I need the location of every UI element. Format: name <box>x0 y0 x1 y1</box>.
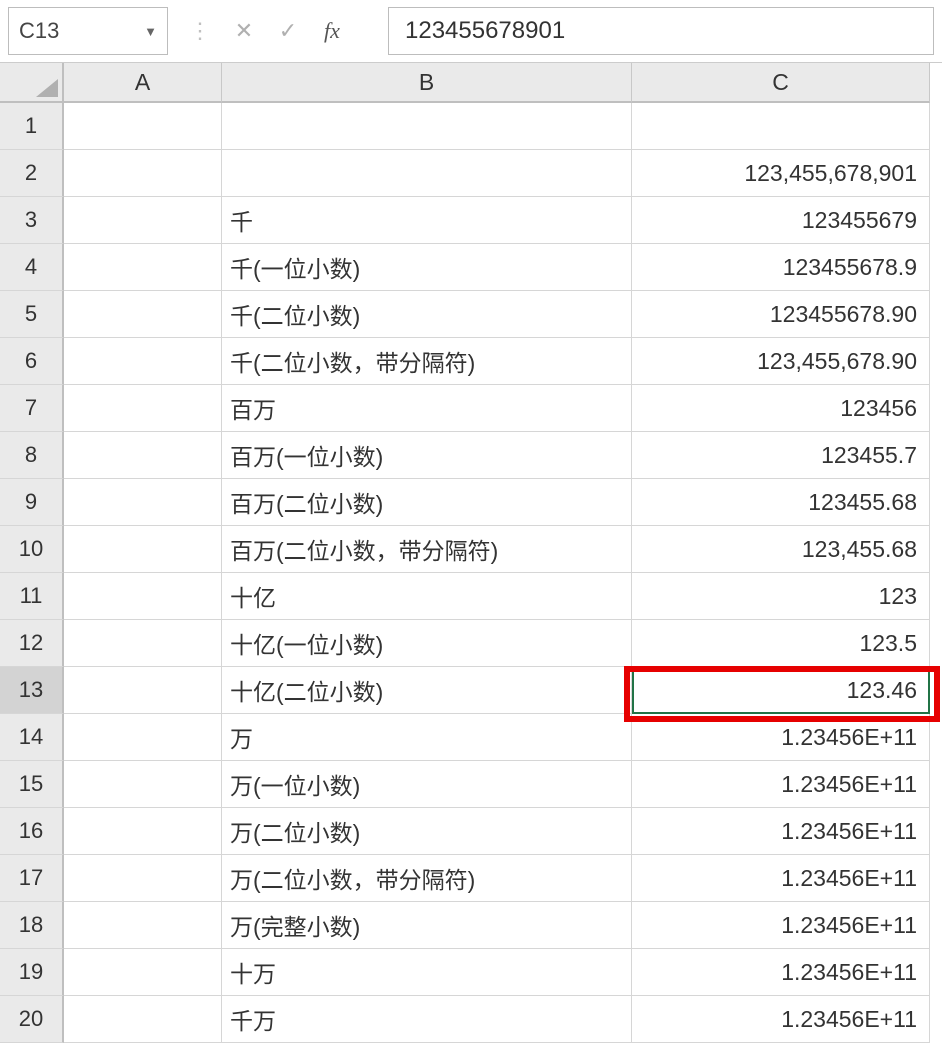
row-header[interactable]: 15 <box>0 761 64 808</box>
name-box[interactable]: C13 ▼ <box>8 7 168 55</box>
column-header-A[interactable]: A <box>64 63 222 103</box>
cell[interactable]: 十亿(一位小数) <box>222 620 632 667</box>
formula-value: 123455678901 <box>405 17 565 45</box>
cancel-icon[interactable]: ✕ <box>222 9 266 53</box>
cell[interactable]: 千(一位小数) <box>222 244 632 291</box>
cell[interactable]: 123,455,678.90 <box>632 338 930 385</box>
row-header[interactable]: 7 <box>0 385 64 432</box>
formula-bar-buttons: ⋮ ✕ ✓ fx <box>178 9 378 53</box>
enter-icon[interactable]: ✓ <box>266 9 310 53</box>
select-all-corner[interactable] <box>0 63 64 103</box>
column-header-C[interactable]: C <box>632 63 930 103</box>
spreadsheet-grid[interactable]: ABC12123,455,678,9013千1234556794千(一位小数)1… <box>0 62 942 1043</box>
cell[interactable] <box>64 432 222 479</box>
cell[interactable]: 万(二位小数，带分隔符) <box>222 855 632 902</box>
cell[interactable]: 百万(二位小数) <box>222 479 632 526</box>
row-header[interactable]: 8 <box>0 432 64 479</box>
row-header[interactable]: 1 <box>0 103 64 150</box>
cell[interactable] <box>64 855 222 902</box>
row-header[interactable]: 10 <box>0 526 64 573</box>
cell[interactable] <box>222 150 632 197</box>
cell[interactable] <box>64 479 222 526</box>
cell[interactable]: 十万 <box>222 949 632 996</box>
cell[interactable] <box>64 338 222 385</box>
cell[interactable] <box>64 150 222 197</box>
column-header-B[interactable]: B <box>222 63 632 103</box>
row-header[interactable]: 20 <box>0 996 64 1043</box>
cell[interactable]: 十亿(二位小数) <box>222 667 632 714</box>
cell[interactable]: 1.23456E+11 <box>632 949 930 996</box>
cell[interactable] <box>64 103 222 150</box>
cell[interactable]: 123.5 <box>632 620 930 667</box>
row-header[interactable]: 18 <box>0 902 64 949</box>
row-header[interactable]: 19 <box>0 949 64 996</box>
row-header[interactable]: 6 <box>0 338 64 385</box>
cell[interactable]: 百万(二位小数，带分隔符) <box>222 526 632 573</box>
cell[interactable]: 万(一位小数) <box>222 761 632 808</box>
cell[interactable]: 123.46 <box>632 667 930 714</box>
row-header[interactable]: 16 <box>0 808 64 855</box>
cell[interactable]: 千万 <box>222 996 632 1043</box>
row-header[interactable]: 13 <box>0 667 64 714</box>
formula-input[interactable]: 123455678901 <box>388 7 934 55</box>
cell[interactable]: 123455678.90 <box>632 291 930 338</box>
divider-icon: ⋮ <box>178 9 222 53</box>
fx-icon[interactable]: fx <box>310 9 354 53</box>
cell[interactable] <box>64 197 222 244</box>
row-header[interactable]: 17 <box>0 855 64 902</box>
cell[interactable]: 万(完整小数) <box>222 902 632 949</box>
cell[interactable]: 123,455.68 <box>632 526 930 573</box>
cell[interactable] <box>64 996 222 1043</box>
cell[interactable] <box>222 103 632 150</box>
cell[interactable] <box>64 573 222 620</box>
row-header[interactable]: 4 <box>0 244 64 291</box>
cell[interactable]: 123 <box>632 573 930 620</box>
row-header[interactable]: 5 <box>0 291 64 338</box>
cell[interactable]: 1.23456E+11 <box>632 808 930 855</box>
cell[interactable]: 千 <box>222 197 632 244</box>
cell[interactable]: 123455679 <box>632 197 930 244</box>
cell[interactable]: 万 <box>222 714 632 761</box>
cell[interactable] <box>64 244 222 291</box>
cell[interactable] <box>64 902 222 949</box>
sheet-wrapper: ABC12123,455,678,9013千1234556794千(一位小数)1… <box>0 62 942 1043</box>
cell[interactable] <box>64 949 222 996</box>
cell[interactable] <box>64 761 222 808</box>
cell[interactable]: 百万(一位小数) <box>222 432 632 479</box>
cell[interactable]: 1.23456E+11 <box>632 714 930 761</box>
cell[interactable]: 123455678.9 <box>632 244 930 291</box>
cell[interactable]: 百万 <box>222 385 632 432</box>
cell[interactable]: 1.23456E+11 <box>632 902 930 949</box>
cell[interactable]: 十亿 <box>222 573 632 620</box>
name-box-dropdown-icon[interactable]: ▼ <box>144 24 157 39</box>
row-header[interactable]: 11 <box>0 573 64 620</box>
cell[interactable] <box>64 620 222 667</box>
cell[interactable] <box>64 667 222 714</box>
cell[interactable]: 1.23456E+11 <box>632 855 930 902</box>
cell[interactable]: 1.23456E+11 <box>632 761 930 808</box>
cell[interactable]: 123,455,678,901 <box>632 150 930 197</box>
row-header[interactable]: 14 <box>0 714 64 761</box>
cell[interactable]: 123456 <box>632 385 930 432</box>
cell[interactable]: 123455.7 <box>632 432 930 479</box>
row-header[interactable]: 9 <box>0 479 64 526</box>
cell[interactable] <box>632 103 930 150</box>
cell[interactable] <box>64 808 222 855</box>
name-box-value: C13 <box>19 18 59 44</box>
cell[interactable] <box>64 526 222 573</box>
row-header[interactable]: 12 <box>0 620 64 667</box>
cell[interactable]: 123455.68 <box>632 479 930 526</box>
cell[interactable] <box>64 714 222 761</box>
cell[interactable] <box>64 291 222 338</box>
cell[interactable]: 1.23456E+11 <box>632 996 930 1043</box>
cell[interactable] <box>64 385 222 432</box>
formula-bar: C13 ▼ ⋮ ✕ ✓ fx 123455678901 <box>0 0 942 62</box>
row-header[interactable]: 2 <box>0 150 64 197</box>
row-header[interactable]: 3 <box>0 197 64 244</box>
cell[interactable]: 千(二位小数) <box>222 291 632 338</box>
cell[interactable]: 千(二位小数，带分隔符) <box>222 338 632 385</box>
cell[interactable]: 万(二位小数) <box>222 808 632 855</box>
